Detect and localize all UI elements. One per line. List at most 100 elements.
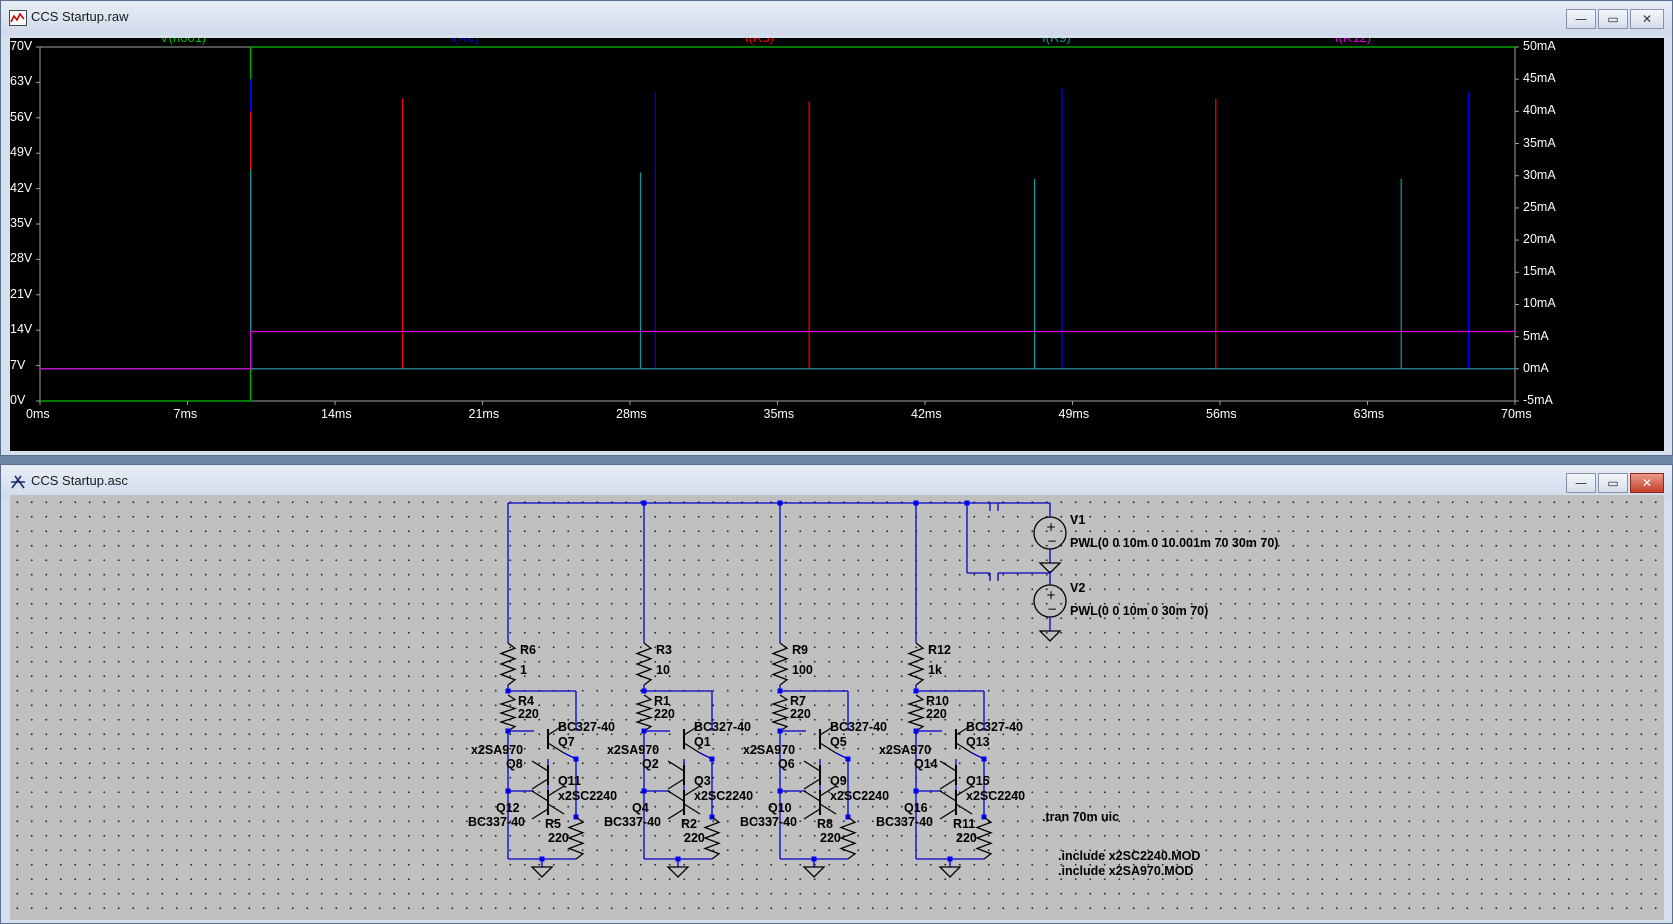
legend-vn001[interactable]: V(n001) bbox=[160, 38, 206, 45]
include-directive-1[interactable]: .include x2SC2240.MOD bbox=[1058, 849, 1200, 863]
label-q6-model[interactable]: x2SA970 bbox=[743, 743, 795, 757]
label-r9-name[interactable]: R9 bbox=[792, 643, 808, 657]
waveform-maximize-button[interactable]: ▭ bbox=[1598, 9, 1628, 29]
label-q13-name[interactable]: Q13 bbox=[966, 735, 990, 749]
voltage-source-v2[interactable]: +− bbox=[1033, 584, 1067, 618]
label-q3-name[interactable]: Q3 bbox=[694, 774, 711, 788]
label-q14-model[interactable]: x2SA970 bbox=[879, 743, 931, 757]
label-q12-name[interactable]: Q12 bbox=[496, 801, 520, 815]
label-q12-model[interactable]: BC337-40 bbox=[468, 815, 525, 829]
label-r6-value[interactable]: 1 bbox=[520, 663, 527, 677]
resistor-r7[interactable] bbox=[770, 694, 790, 732]
waveform-plot-pane[interactable]: 0ms 7ms 14ms 21ms 28ms 35ms 42ms 49ms 56ms 63ms 70… bbox=[10, 38, 1664, 451]
label-q16-name[interactable]: Q16 bbox=[904, 801, 928, 815]
resistor-r9[interactable] bbox=[771, 642, 789, 686]
transistor-q4[interactable] bbox=[667, 790, 685, 820]
tran-directive[interactable]: .tran 70m uic bbox=[1042, 810, 1119, 824]
resistor-r2[interactable] bbox=[703, 816, 721, 860]
resistor-r6[interactable] bbox=[499, 642, 517, 686]
legend-ir12[interactable]: I(R12) bbox=[1335, 38, 1371, 45]
label-r12-name[interactable]: R12 bbox=[928, 643, 951, 657]
trace-ir3[interactable] bbox=[40, 98, 1515, 370]
label-v2-value[interactable]: PWL(0 0 10m 0 30m 70) bbox=[1070, 604, 1208, 618]
label-q15-model[interactable]: x2SC2240 bbox=[966, 789, 1025, 803]
label-r2-value[interactable]: 220 bbox=[684, 831, 705, 845]
label-q9-model[interactable]: x2SC2240 bbox=[830, 789, 889, 803]
label-q1-name[interactable]: Q1 bbox=[694, 735, 711, 749]
label-q10-name[interactable]: Q10 bbox=[768, 801, 792, 815]
label-q4-name[interactable]: Q4 bbox=[632, 801, 649, 815]
resistor-r11[interactable] bbox=[975, 816, 993, 860]
label-r8-value[interactable]: 220 bbox=[820, 831, 841, 845]
trace-vn001[interactable] bbox=[40, 46, 1515, 402]
label-r12-value[interactable]: 1k bbox=[928, 663, 942, 677]
label-v1-name[interactable]: V1 bbox=[1070, 513, 1085, 527]
label-q15-name[interactable]: Q15 bbox=[966, 774, 990, 788]
label-r8-name[interactable]: R8 bbox=[817, 817, 833, 831]
legend-ir6[interactable]: I(R6) bbox=[450, 38, 479, 45]
label-r4-name[interactable]: R4 bbox=[518, 694, 534, 708]
label-q14-name[interactable]: Q14 bbox=[914, 757, 938, 771]
label-v2-name[interactable]: V2 bbox=[1070, 581, 1085, 595]
label-q16-model[interactable]: BC337-40 bbox=[876, 815, 933, 829]
label-r7-name[interactable]: R7 bbox=[790, 694, 806, 708]
transistor-q12[interactable] bbox=[531, 790, 549, 820]
label-r3-value[interactable]: 10 bbox=[656, 663, 670, 677]
label-r10-value[interactable]: 220 bbox=[926, 707, 947, 721]
resistor-r10[interactable] bbox=[906, 694, 926, 732]
resistor-r5[interactable] bbox=[567, 816, 585, 860]
label-q2-model[interactable]: x2SA970 bbox=[607, 743, 659, 757]
transistor-q6[interactable] bbox=[803, 760, 821, 790]
label-q6-name[interactable]: Q6 bbox=[778, 757, 795, 771]
label-q11-model[interactable]: x2SC2240 bbox=[558, 789, 617, 803]
label-v1-value[interactable]: PWL(0 0 10m 0 10.001m 70 30m 70) bbox=[1070, 536, 1278, 550]
label-q8-name[interactable]: Q8 bbox=[506, 757, 523, 771]
waveform-minimize-button[interactable]: — bbox=[1566, 9, 1596, 29]
label-q8-model[interactable]: x2SA970 bbox=[471, 743, 523, 757]
legend-ir3[interactable]: I(R3) bbox=[745, 38, 774, 45]
trace-ir6[interactable] bbox=[40, 79, 1515, 370]
label-q11-name[interactable]: Q11 bbox=[558, 774, 581, 788]
label-q3-model[interactable]: x2SC2240 bbox=[694, 789, 753, 803]
label-r6-name[interactable]: R6 bbox=[520, 643, 536, 657]
legend-ir9[interactable]: I(R9) bbox=[1042, 38, 1071, 45]
label-r10-name[interactable]: R10 bbox=[926, 694, 949, 708]
label-q2-name[interactable]: Q2 bbox=[642, 757, 659, 771]
trace-ir12[interactable] bbox=[40, 330, 1515, 370]
schematic-canvas[interactable]: + − + − R6 1 R4 220 BC327-40 Q7 x2SA970 Q8 Q11 x2SC2… bbox=[10, 495, 1664, 920]
label-r1-name[interactable]: R1 bbox=[654, 694, 670, 708]
transistor-q2[interactable] bbox=[667, 760, 685, 790]
label-q4-model[interactable]: BC337-40 bbox=[604, 815, 661, 829]
label-q10-model[interactable]: BC337-40 bbox=[740, 815, 797, 829]
schematic-titlebar[interactable]: CCS Startup.asc — ▭ ✕ bbox=[1, 465, 1672, 499]
voltage-source-v1[interactable]: +− bbox=[1033, 516, 1067, 550]
schematic-drawing[interactable]: +− +− bbox=[10, 495, 1664, 920]
schematic-minimize-button[interactable]: — bbox=[1566, 473, 1596, 493]
label-r1-value[interactable]: 220 bbox=[654, 707, 675, 721]
resistor-r8[interactable] bbox=[839, 816, 857, 860]
label-r9-value[interactable]: 100 bbox=[792, 663, 813, 677]
include-directive-2[interactable]: .include x2SA970.MOD bbox=[1058, 864, 1193, 878]
label-q7-name[interactable]: Q7 bbox=[558, 735, 575, 749]
label-r4-value[interactable]: 220 bbox=[518, 707, 539, 721]
resistor-r4[interactable] bbox=[498, 694, 518, 732]
transistor-q10[interactable] bbox=[803, 790, 821, 820]
schematic-close-button[interactable]: ✕ bbox=[1630, 473, 1664, 493]
label-r2-name[interactable]: R2 bbox=[681, 817, 697, 831]
label-q9-name[interactable]: Q9 bbox=[830, 774, 847, 788]
resistor-r3[interactable] bbox=[635, 642, 653, 686]
label-r3-name[interactable]: R3 bbox=[656, 643, 672, 657]
label-r7-value[interactable]: 220 bbox=[790, 707, 811, 721]
label-r11-name[interactable]: R11 bbox=[953, 817, 975, 831]
resistor-r1[interactable] bbox=[634, 694, 654, 732]
resistor-r12[interactable] bbox=[907, 642, 925, 686]
label-q7-model[interactable]: BC327-40 bbox=[558, 720, 615, 734]
transistor-q16[interactable] bbox=[939, 790, 957, 820]
label-q5-name[interactable]: Q5 bbox=[830, 735, 847, 749]
label-q1-model[interactable]: BC327-40 bbox=[694, 720, 751, 734]
schematic-maximize-button[interactable]: ▭ bbox=[1598, 473, 1628, 493]
label-r5-name[interactable]: R5 bbox=[545, 817, 561, 831]
waveform-chart[interactable] bbox=[10, 38, 1664, 451]
waveform-close-button[interactable]: ✕ bbox=[1630, 9, 1664, 29]
label-r5-value[interactable]: 220 bbox=[548, 831, 569, 845]
